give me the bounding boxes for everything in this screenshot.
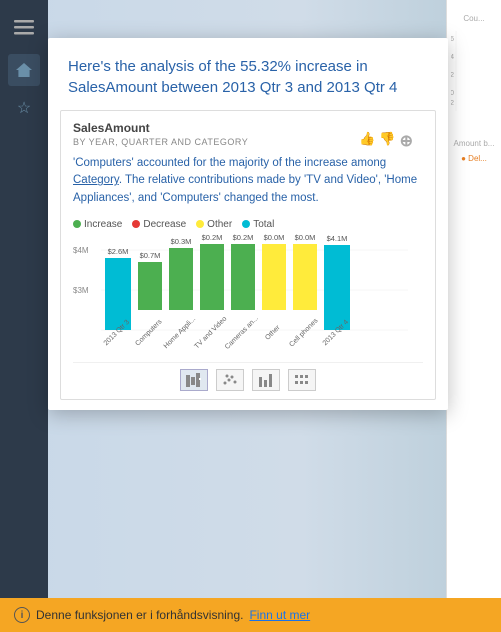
svg-text:$2.6M: $2.6M [108, 247, 129, 256]
thumbs-up-icon[interactable]: 👍 [359, 131, 375, 151]
sidebar-left: ☆ E B [0, 0, 48, 632]
chart-toolbar [73, 362, 423, 399]
right-sidebar-label: Cou... [451, 14, 497, 23]
right-sidebar-label2: Amount b... [451, 139, 497, 148]
svg-text:$3M: $3M [73, 286, 89, 295]
chart-legend: Increase Decrease Other Total [73, 219, 423, 230]
svg-text:$0.2M: $0.2M [202, 233, 223, 242]
legend-increase: Increase [73, 219, 122, 230]
svg-text:6: 6 [451, 36, 454, 43]
other-dot [196, 220, 204, 228]
preview-bar: i Denne funksjonen er i forhåndsvisning.… [0, 598, 501, 632]
svg-text:-2: -2 [451, 100, 454, 107]
analysis-card: Here's the analysis of the 55.32% increa… [48, 38, 448, 410]
right-sidebar-chart: 6 4 2 0 -2 [451, 31, 497, 111]
chart-description: 'Computers' accounted for the majority o… [73, 155, 423, 207]
chart-actions: 👍 👎 ⊕ [359, 131, 413, 151]
toolbar-more-btn[interactable] [288, 369, 316, 391]
increase-dot [73, 220, 81, 228]
sidebar-right: Cou... 6 4 2 0 -2 Amount b... ● Del... [446, 0, 501, 632]
toolbar-waterfall-btn[interactable] [180, 369, 208, 391]
chart-wrapper: SalesAmount BY YEAR, QUARTER AND CATEGOR… [73, 121, 423, 399]
svg-text:$4.1M: $4.1M [327, 234, 348, 243]
waterfall-chart: $4M $3M $2.6M $0.7M $0.3M [73, 238, 423, 358]
svg-text:Other: Other [264, 324, 282, 342]
svg-text:Cameras an...: Cameras an... [224, 315, 260, 351]
add-icon[interactable]: ⊕ [400, 131, 413, 151]
svg-text:$0.0M: $0.0M [264, 233, 285, 242]
thumbs-down-icon[interactable]: 👎 [379, 131, 395, 151]
svg-text:Computers: Computers [134, 318, 164, 348]
nav-favorite[interactable]: ☆ [8, 92, 40, 124]
svg-text:$4M: $4M [73, 246, 89, 255]
toolbar-scatter-btn[interactable] [216, 369, 244, 391]
right-sidebar-dot: ● Del... [451, 154, 497, 163]
svg-text:$0.7M: $0.7M [140, 251, 161, 260]
desc-text1: 'Computers' accounted for the majority o… [73, 157, 386, 169]
svg-text:0: 0 [451, 90, 454, 97]
preview-text: Denne funksjonen er i forhåndsvisning. [36, 608, 243, 622]
desc-text2: . The relative contributions made by 'TV… [73, 174, 417, 203]
card-header: Here's the analysis of the 55.32% increa… [48, 38, 448, 110]
decrease-dot [132, 220, 140, 228]
menu-icon[interactable] [14, 20, 34, 36]
toolbar-bar-btn[interactable] [252, 369, 280, 391]
svg-text:Cell phones: Cell phones [288, 317, 319, 348]
chart-section: SalesAmount BY YEAR, QUARTER AND CATEGOR… [60, 110, 436, 400]
svg-text:2: 2 [451, 72, 454, 79]
svg-text:$0.3M: $0.3M [171, 237, 192, 246]
total-dot [242, 220, 250, 228]
card-title: Here's the analysis of the 55.32% increa… [68, 56, 428, 98]
svg-text:Home Appli...: Home Appli... [163, 315, 197, 349]
nav-home[interactable] [8, 54, 40, 86]
svg-text:TV and Video: TV and Video [194, 315, 229, 350]
find-out-more-link[interactable]: Finn ut mer [249, 608, 310, 622]
legend-total: Total [242, 219, 274, 230]
info-icon: i [14, 607, 30, 623]
svg-text:$0.2M: $0.2M [233, 233, 254, 242]
svg-text:4: 4 [451, 54, 454, 61]
legend-other: Other [196, 219, 232, 230]
category-link[interactable]: Category [73, 174, 119, 186]
svg-text:$0.0M: $0.0M [295, 233, 316, 242]
legend-decrease: Decrease [132, 219, 186, 230]
